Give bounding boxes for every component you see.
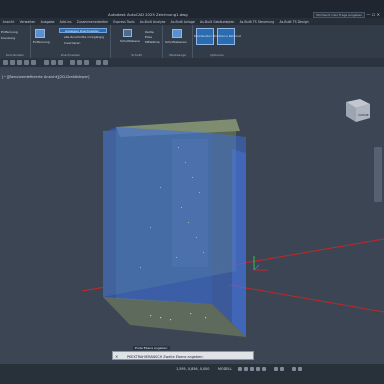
kreuzung-button[interactable]: Kreuzung: [1, 36, 15, 40]
grid-icon[interactable]: [103, 60, 108, 65]
invertieren-button[interactable]: Invertieren: [64, 41, 80, 45]
zoom-icon[interactable]: [70, 60, 75, 65]
schnittebenen-button[interactable]: Schnittebenen: [165, 40, 187, 44]
section-plane-icon[interactable]: [123, 29, 132, 37]
open-icon[interactable]: [10, 60, 15, 65]
ortho-toggle-icon[interactable]: [250, 367, 254, 371]
quick-toolbar: [0, 58, 384, 67]
annotation-scale-icon[interactable]: [280, 367, 284, 371]
ribbon-tab[interactable]: As-Built Anlage: [168, 18, 197, 25]
mittellinie-button[interactable]: Mittellinie: [145, 40, 160, 44]
workspace-icon[interactable]: [274, 367, 278, 371]
ribbon-group-title: Koordinaten: [5, 53, 25, 57]
pan-icon[interactable]: [77, 60, 82, 65]
ribbon-tab[interactable]: Zusammenarbeiten: [74, 18, 111, 25]
schnittebenen-icon[interactable]: [172, 29, 182, 38]
ribbon-tab[interactable]: As-Built Gebäudeplan: [197, 18, 237, 25]
entfernung-button[interactable]: Entfernung: [1, 30, 18, 34]
section-plane-front: [116, 127, 212, 304]
window-title: Autodesk AutoCAD 2025 Zeichnung1.dwg: [108, 12, 188, 17]
command-hint: Erste Ebene angeben:: [133, 346, 171, 350]
ribbon-group-optionen: Punktwolken Manager Externe Referenz Opt…: [193, 25, 241, 58]
navigation-bar[interactable]: [374, 147, 382, 202]
zuschneiden-label: Entfernung: [33, 40, 50, 44]
orbit-icon[interactable]: [84, 60, 89, 65]
ribbon-tab[interactable]: Add-ins: [57, 18, 74, 25]
match-icon[interactable]: [58, 60, 63, 65]
save-icon[interactable]: [17, 60, 22, 65]
coordinate-readout: 1,595, 0,856, 0,000: [176, 367, 210, 371]
menu-icon[interactable]: [298, 367, 302, 371]
ribbon-tab[interactable]: As-Built Analyse: [137, 18, 168, 25]
ribbon-tab[interactable]: As-Built TS Steuerung: [237, 18, 277, 25]
ribbon-tab[interactable]: Express Tools: [111, 18, 138, 25]
kante-button[interactable]: Kante: [145, 30, 154, 34]
ribbon-group-title: Optionen: [210, 53, 224, 57]
externe-referenz-button[interactable]: Externe Referenz: [217, 34, 241, 38]
schnittebene-button[interactable]: Schnittebene: [120, 39, 140, 43]
new-icon[interactable]: [3, 60, 8, 65]
ribbon-tab[interactable]: As-Built TS Design: [277, 18, 311, 25]
command-prompt: PKEXTRAHIERANSCH Zweite Ebene angeben:: [127, 354, 204, 359]
properties-icon[interactable]: [51, 60, 56, 65]
ribbon-group-title: Zuschneiden: [60, 53, 81, 57]
grid-toggle-icon[interactable]: [238, 367, 242, 371]
ribbon-group-zuschneiden: Entfernung Anzeigen Zuschneiden alle Zus…: [31, 25, 111, 58]
ribbon-tab[interactable]: Ausgabe: [38, 18, 57, 25]
ribbon-group-title: Werkzeuge: [169, 53, 186, 57]
ribbon-group-title: Schnitt: [131, 53, 142, 57]
crop-icon[interactable]: [35, 29, 45, 38]
ribbon-tabs: Ansicht Verwalten Ausgabe Add-ins Zusammenar…: [0, 18, 384, 25]
section-plane-right-edge: [232, 149, 246, 337]
ribbon-group-koordinaten: Entfernung Kreuzung Koordinaten: [0, 25, 31, 58]
redo-icon[interactable]: [31, 60, 36, 65]
polar-toggle-icon[interactable]: [256, 367, 260, 371]
window-controls[interactable]: — ☐ ✕: [367, 12, 380, 17]
osnap-toggle-icon[interactable]: [262, 367, 266, 371]
model-space-toggle[interactable]: MODELL: [218, 367, 232, 371]
ribbon-tab[interactable]: Ansicht: [0, 18, 17, 25]
undo-icon[interactable]: [24, 60, 29, 65]
red-axis-line-lower: [228, 284, 384, 313]
ribbon-tab[interactable]: Verwalten: [17, 18, 38, 25]
snap-toggle-icon[interactable]: [244, 367, 248, 371]
section-plane-side: [103, 127, 116, 299]
viewcube-label: VORNE: [358, 113, 369, 117]
viewcube[interactable]: VORNE: [346, 99, 370, 122]
close-icon[interactable]: ×: [115, 354, 118, 359]
ribbon-group-schnitt: Schnittebene Kante Ecke Mittellinie Schn…: [111, 25, 163, 58]
status-bar: 1,595, 0,856, 0,000 MODELL: [0, 364, 384, 384]
settings-icon[interactable]: [292, 367, 296, 371]
zuschneiden-anzeigen-button[interactable]: Anzeigen Zuschneiden: [59, 28, 107, 33]
ecke-button[interactable]: Ecke: [145, 35, 152, 39]
alle-zuschnitte-button[interactable]: alle Zuschnitte rückgängig: [64, 35, 104, 39]
ucs-axis-icon[interactable]: [253, 256, 268, 271]
ribbon-panel: Entfernung Kreuzung Koordinaten Entfernu…: [0, 25, 384, 58]
title-bar: Autodesk AutoCAD 2025 Zeichnung1.dwg Sti…: [0, 0, 384, 18]
3d-scene[interactable]: VORNE: [0, 67, 384, 364]
ribbon-group-werkzeuge: Schnittebenen Werkzeuge: [163, 25, 193, 58]
command-line[interactable]: × PKEXTRAHIERANSCH Zweite Ebene angeben:: [112, 351, 254, 360]
measure-icon[interactable]: [96, 60, 101, 65]
layer-icon[interactable]: [44, 60, 49, 65]
